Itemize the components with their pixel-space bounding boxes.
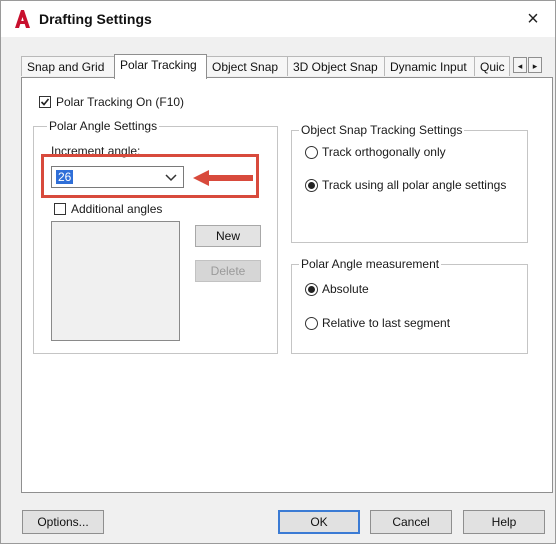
tab-3d-object-snap[interactable]: 3D Object Snap [287, 56, 385, 76]
additional-angles-list[interactable] [51, 221, 180, 341]
polar-angle-measurement-group [291, 264, 528, 354]
tab-dynamic-input[interactable]: Dynamic Input [384, 56, 475, 76]
window-title: Drafting Settings [39, 11, 152, 27]
cancel-button[interactable]: Cancel [370, 510, 452, 534]
track-polar-angles-label: Track using all polar angle settings [322, 178, 507, 192]
additional-angles-checkbox[interactable] [54, 203, 66, 215]
tab-object-snap[interactable]: Object Snap [206, 56, 288, 76]
relative-to-last-segment-radio[interactable] [305, 317, 318, 330]
relative-to-last-segment-label: Relative to last segment [322, 316, 451, 330]
new-angle-button[interactable]: New [195, 225, 261, 247]
close-icon[interactable]: × [521, 7, 545, 31]
tab-scroll-left-icon[interactable]: ◂ [513, 57, 527, 73]
absolute-label: Absolute [322, 282, 369, 296]
help-button[interactable]: Help [463, 510, 545, 534]
polar-tracking-on-label: Polar Tracking On (F10) [56, 95, 185, 109]
polar-angle-measurement-title: Polar Angle measurement [299, 257, 442, 271]
ok-button[interactable]: OK [278, 510, 360, 534]
tab-scroll-right-icon[interactable]: ▸ [528, 57, 542, 73]
red-arrow-left-icon [193, 170, 253, 186]
autocad-a-icon [15, 10, 30, 28]
dialog-window: Drafting Settings × Snap and Grid Polar … [0, 0, 556, 544]
additional-angles-label: Additional angles [71, 202, 163, 216]
polar-angle-settings-title: Polar Angle Settings [47, 119, 160, 133]
track-orthogonally-radio[interactable] [305, 146, 318, 159]
tab-snap-and-grid[interactable]: Snap and Grid [21, 56, 115, 76]
absolute-radio[interactable] [305, 283, 318, 296]
polar-tracking-on-checkbox[interactable] [39, 96, 51, 108]
track-orthogonally-label: Track orthogonally only [322, 145, 446, 159]
tab-strip: Snap and Grid Polar Tracking Object Snap… [21, 54, 551, 79]
checkmark-icon [40, 98, 50, 106]
options-button[interactable]: Options... [22, 510, 104, 534]
delete-angle-button[interactable]: Delete [195, 260, 261, 282]
tab-quick-properties[interactable]: Quic [474, 56, 510, 76]
title-bar: Drafting Settings × [1, 1, 555, 37]
tab-polar-tracking[interactable]: Polar Tracking [114, 54, 207, 79]
object-snap-tracking-title: Object Snap Tracking Settings [299, 123, 465, 137]
track-polar-angles-radio[interactable] [305, 179, 318, 192]
